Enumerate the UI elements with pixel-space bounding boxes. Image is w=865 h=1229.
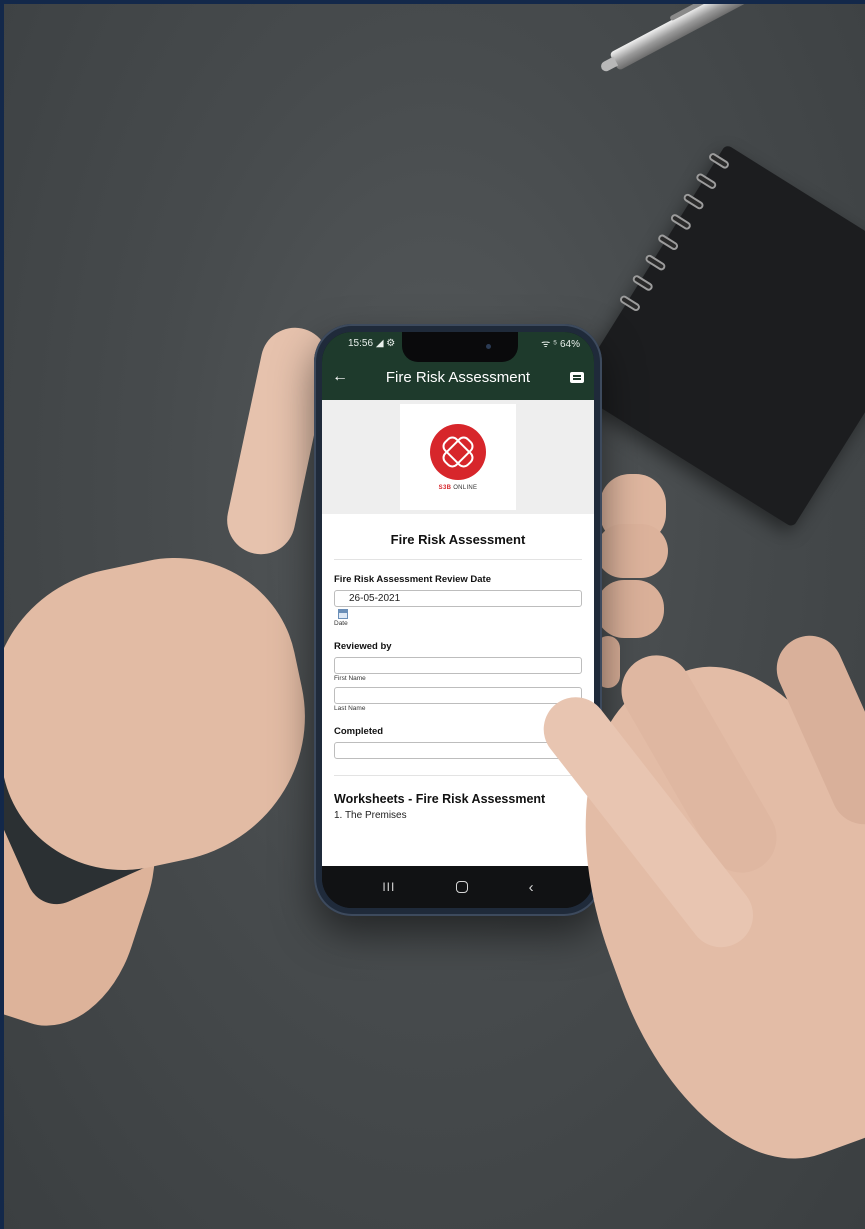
completed-field[interactable] [334, 742, 582, 759]
pen [609, 4, 827, 71]
front-camera [486, 344, 491, 349]
android-nav-bar: III ‹ [322, 866, 594, 908]
app-bar-title: Fire Risk Assessment [385, 368, 531, 386]
camera-notch [402, 332, 518, 362]
logo-card: S3B ONLINE [400, 404, 516, 510]
notebook-ring [656, 233, 680, 252]
calendar-icon[interactable] [338, 609, 348, 619]
smartphone: 15:56 ◢ ⚙ ᯤ ⁵ 64% ← Fire Risk Assessment… [314, 324, 602, 916]
divider [334, 559, 582, 560]
arrow-left-icon[interactable]: ← [332, 368, 362, 386]
notebook [572, 144, 865, 528]
form-title: Fire Risk Assessment [390, 532, 526, 547]
last-name-field[interactable] [334, 687, 582, 704]
form-content[interactable]: S3B ONLINE Fire Risk Assessment Fire Ris… [322, 400, 594, 866]
signal-icon: ◢ ⚙ [375, 337, 396, 349]
notebook-ring [631, 273, 655, 293]
desk-background: 15:56 ◢ ⚙ ᯤ ⁵ 64% ← Fire Risk Assessment… [4, 4, 865, 1229]
notebook-ring [669, 212, 693, 232]
worksheets-title: Worksheets - Fire Risk Assessment [334, 792, 546, 806]
logo-banner: S3B ONLINE [322, 400, 594, 514]
notebook-ring [682, 192, 706, 211]
chat-icon[interactable] [554, 371, 584, 383]
first-name-hint: First Name [334, 675, 366, 682]
divider [334, 775, 582, 776]
logo-text: S3B ONLINE [438, 484, 478, 491]
worksheet-item[interactable]: 1. The Premises [334, 810, 594, 821]
s3b-logo-icon [430, 423, 486, 480]
first-name-field[interactable] [334, 657, 582, 674]
pen-clip [669, 4, 752, 22]
battery-level: 64% [559, 339, 580, 350]
status-time: 15:56 [348, 337, 374, 349]
left-finger [596, 580, 664, 638]
notebook-ring [618, 294, 642, 313]
phone-screen: 15:56 ◢ ⚙ ᯤ ⁵ 64% ← Fire Risk Assessment… [322, 332, 594, 908]
notebook-ring [643, 253, 667, 272]
left-finger [596, 524, 668, 578]
wifi-icon: ᯤ ⁵ [541, 339, 558, 350]
date-hint: Date [334, 620, 348, 627]
notebook-ring [707, 151, 731, 171]
status-right: ᯤ ⁵ 64% [541, 336, 580, 350]
left-palm [4, 535, 332, 893]
recent-apps-button[interactable]: III [382, 880, 395, 894]
status-left: 15:56 ◢ ⚙ [348, 338, 395, 349]
review-date-label: Fire Risk Assessment Review Date [334, 574, 492, 585]
notebook-ring [694, 171, 718, 191]
home-button[interactable] [456, 881, 468, 893]
back-button[interactable]: ‹ [529, 879, 534, 896]
reviewed-by-label: Reviewed by [334, 641, 392, 652]
review-date-field[interactable]: 26-05-2021 [334, 590, 582, 607]
